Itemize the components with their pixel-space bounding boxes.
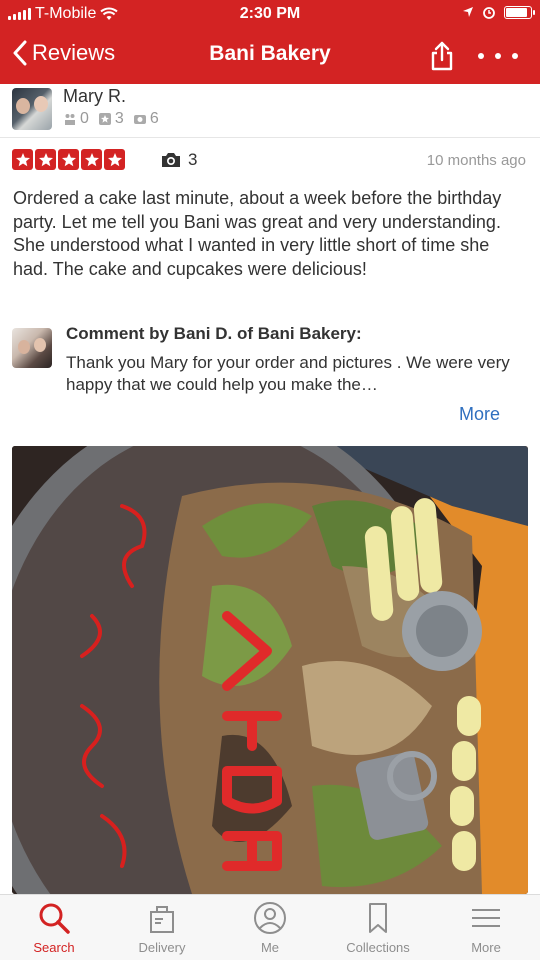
dot-icon: [512, 53, 518, 59]
battery-fill: [506, 7, 527, 17]
battery-icon: [504, 5, 535, 19]
tab-label: Collections: [346, 940, 410, 955]
review-date: 10 months ago: [426, 152, 526, 169]
reviewer-name[interactable]: Mary R.: [63, 86, 126, 107]
tab-label: More: [471, 940, 501, 955]
tab-more[interactable]: More: [432, 895, 540, 960]
dot-icon: [478, 53, 484, 59]
alarm-icon: [483, 7, 495, 19]
top-bar: T-Mobile 2:30 PM Reviews Bani Bakery: [0, 0, 540, 84]
rating-star-icon: [58, 149, 79, 170]
tab-label: Delivery: [138, 940, 186, 955]
search-icon: [39, 903, 70, 934]
cake-photo-illustration: [12, 446, 528, 894]
review-photo[interactable]: [12, 446, 528, 894]
reviewer-header[interactable]: Mary R. 0 3 6: [0, 84, 540, 138]
more-link[interactable]: More: [459, 404, 500, 425]
tab-search[interactable]: Search: [0, 895, 108, 960]
owner-comment-title: Comment by Bani D. of Bani Bakery:: [66, 324, 362, 343]
reviewer-stats: 0 3 6: [63, 110, 159, 128]
camera-icon: [162, 153, 180, 167]
friends-count: 0: [80, 110, 89, 127]
tab-bar: Search Delivery Me Collections More: [0, 894, 540, 960]
rating-star-icon: [81, 149, 102, 170]
hamburger-icon: [472, 909, 500, 927]
star-rating: [12, 149, 125, 170]
status-time: 2:30 PM: [239, 5, 301, 22]
dot-icon: [495, 53, 501, 59]
review-photo-count[interactable]: 3: [160, 150, 197, 170]
photo-count-label: 3: [188, 150, 198, 169]
review-text: Ordered a cake last minute, about a week…: [13, 188, 502, 279]
tab-label: Search: [33, 940, 75, 955]
location-arrow-icon: [463, 7, 473, 17]
tab-delivery[interactable]: Delivery: [108, 895, 216, 960]
photos-count: 6: [149, 110, 159, 127]
camera-icon: [133, 115, 146, 124]
delivery-bag-icon: [150, 906, 174, 933]
tab-me[interactable]: Me: [216, 895, 324, 960]
more-dots-button[interactable]: [478, 40, 518, 72]
friends-icon: [65, 114, 75, 125]
rating-star-icon: [12, 149, 33, 170]
review-star-icon: [98, 113, 111, 125]
owner-avatar[interactable]: [12, 328, 52, 368]
rating-star-icon: [35, 149, 56, 170]
profile-icon: [254, 902, 286, 934]
tab-collections[interactable]: Collections: [324, 895, 432, 960]
share-icon: [431, 41, 453, 71]
share-button[interactable]: [428, 40, 456, 72]
tab-label: Me: [260, 940, 280, 955]
status-bar: T-Mobile 2:30 PM: [0, 0, 540, 28]
rating-star-icon: [104, 149, 125, 170]
reviews-count: 3: [114, 110, 124, 127]
owner-comment-text: Thank you Mary for your order and pictur…: [66, 353, 510, 394]
bookmark-icon: [369, 903, 387, 933]
navigation-bar: Reviews Bani Bakery: [0, 28, 540, 84]
reviewer-avatar[interactable]: [12, 88, 52, 130]
status-indicators: [462, 5, 535, 19]
page-title: Bani Bakery: [209, 42, 331, 65]
